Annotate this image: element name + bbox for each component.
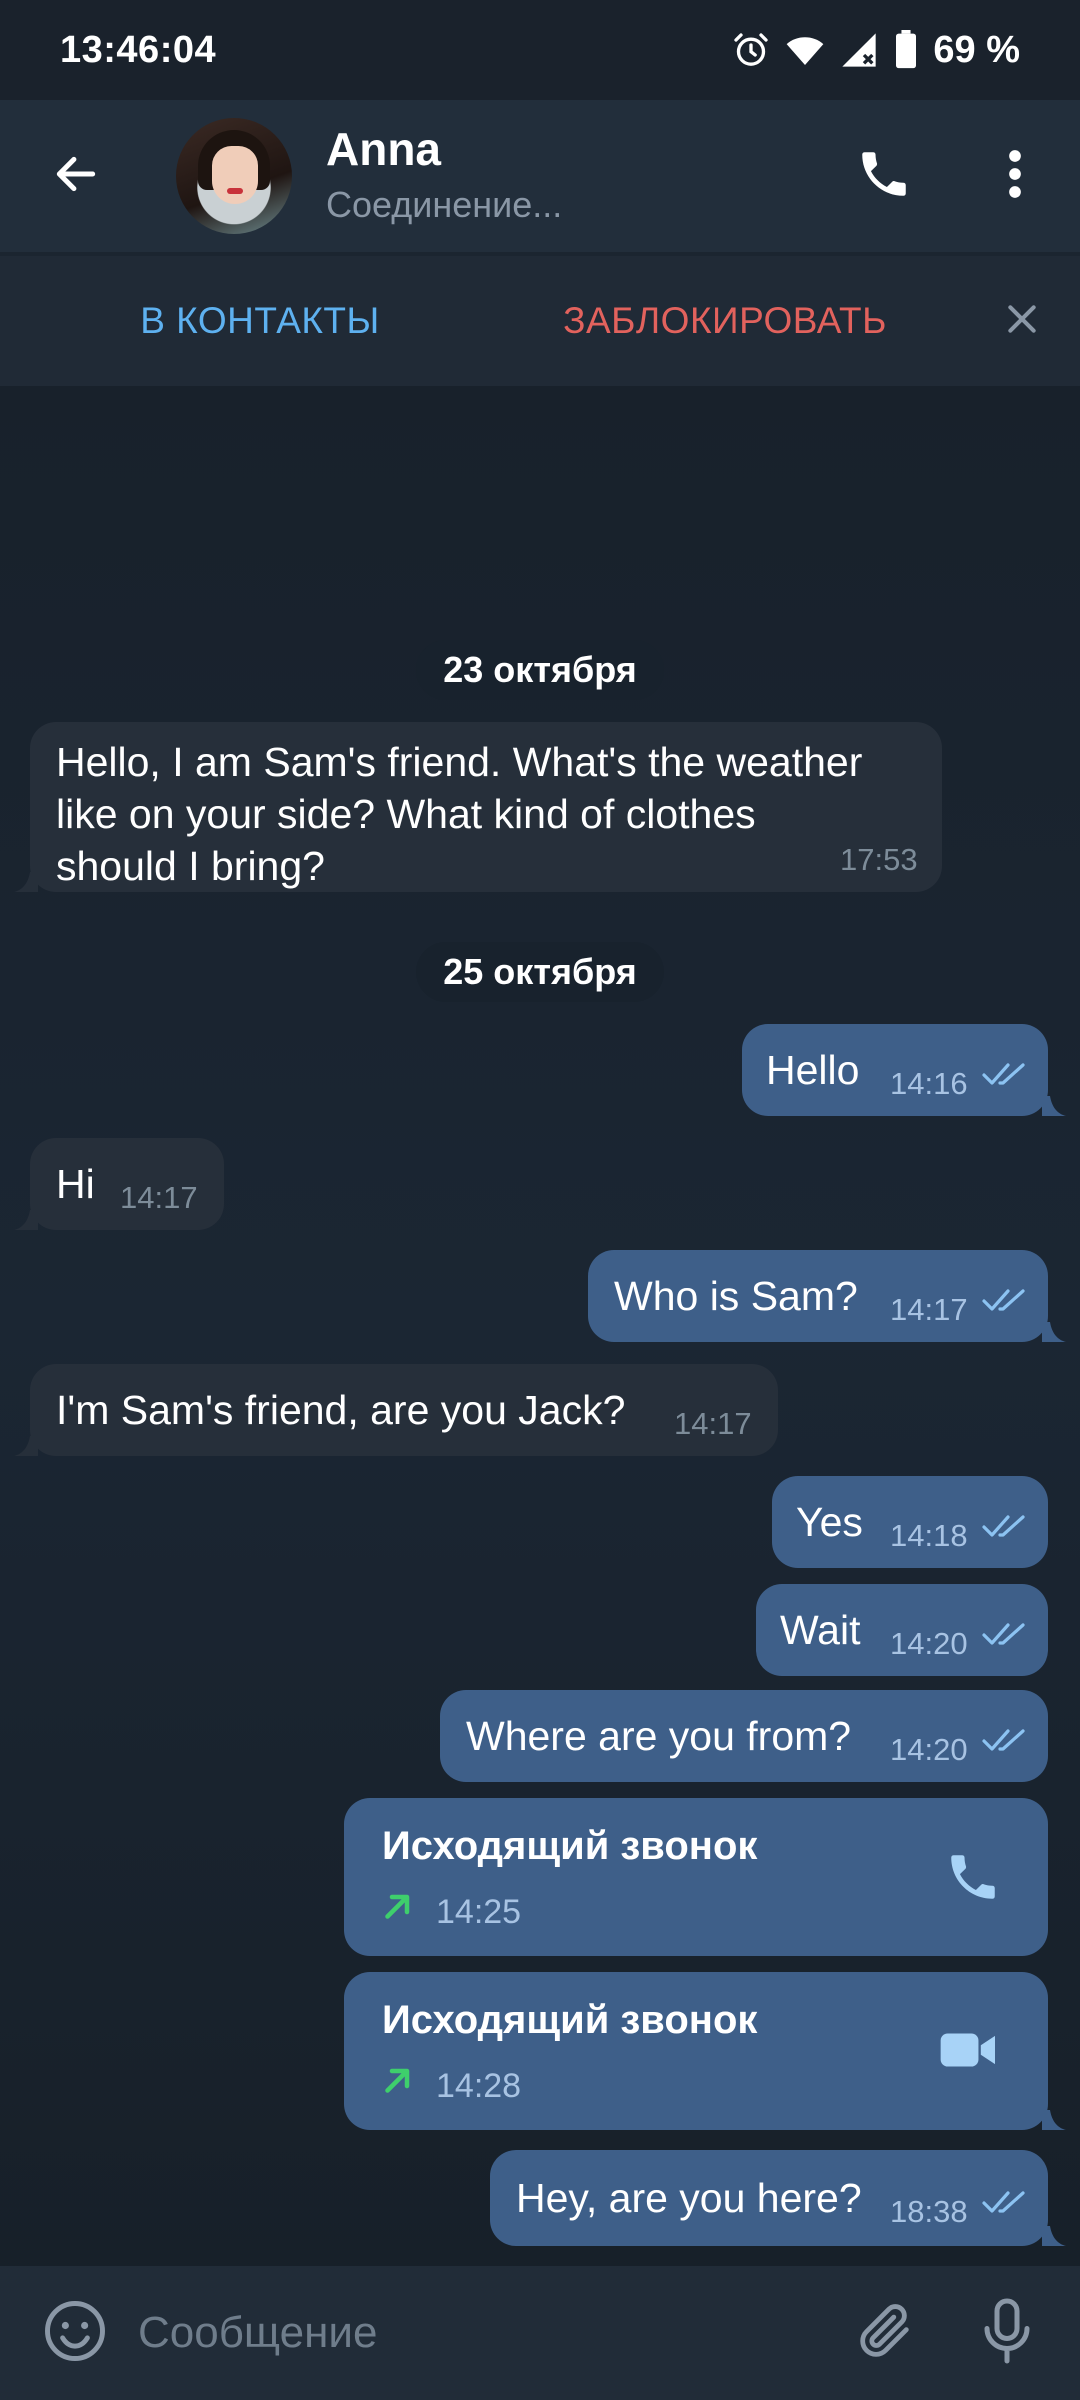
- message-time: 14:20: [890, 1732, 968, 1767]
- double-check-icon: [982, 1289, 1025, 1311]
- message-bubble-outgoing[interactable]: Yes 14:18: [772, 1476, 1048, 1568]
- double-check-icon: [982, 2191, 1025, 2213]
- date-separator: 25 октября: [416, 942, 664, 1002]
- attach-button[interactable]: [850, 2298, 920, 2368]
- add-to-contacts-button[interactable]: В КОНТАКТЫ: [80, 256, 440, 386]
- contact-action-bar: В КОНТАКТЫ ЗАБЛОКИРОВАТЬ: [0, 256, 1080, 386]
- message-text: Hello, I am Sam's friend. What's the wea…: [56, 739, 863, 785]
- status-icons: 69 %: [731, 29, 1020, 72]
- message-text: Hello: [766, 1047, 860, 1093]
- message-text: Hey, are you here?: [516, 2175, 862, 2221]
- bubble-tail: [14, 872, 38, 892]
- message-time: 17:53: [840, 842, 918, 877]
- message-bubble-outgoing[interactable]: Hello 14:16: [742, 1024, 1048, 1116]
- status-bar: 13:46:04 69 %: [0, 0, 1080, 100]
- microphone-icon: [977, 2296, 1037, 2371]
- date-separator: 23 октября: [416, 640, 664, 700]
- message-text: Wait: [780, 1607, 861, 1653]
- message-bubble-outgoing[interactable]: Who is Sam? 14:17: [588, 1250, 1048, 1342]
- smiley-icon: [42, 2298, 108, 2369]
- message-time: 14:17: [674, 1406, 752, 1441]
- chat-header: Anna Соединение...: [0, 100, 1080, 252]
- message-bubble-incoming[interactable]: Hello, I am Sam's friend. What's the wea…: [30, 722, 942, 892]
- bubble-tail: [1042, 2226, 1066, 2246]
- chat-status: Соединение...: [326, 184, 563, 225]
- phone-icon: [855, 145, 913, 208]
- phone-icon[interactable]: [944, 1848, 1002, 1918]
- back-arrow-icon: [51, 149, 101, 204]
- message-bubble-incoming[interactable]: I'm Sam's friend, are you Jack? 14:17: [30, 1364, 778, 1456]
- bubble-tail: [14, 1210, 38, 1230]
- message-text: Where are you from?: [466, 1713, 852, 1759]
- call-time: 14:25: [436, 1893, 522, 1931]
- message-bubble-incoming[interactable]: Hi 14:17: [30, 1138, 224, 1230]
- call-button[interactable]: [852, 144, 916, 208]
- voice-record-button[interactable]: [972, 2296, 1042, 2370]
- more-vertical-icon: [1005, 147, 1025, 206]
- block-button[interactable]: ЗАБЛОКИРОВАТЬ: [530, 256, 920, 386]
- message-time: 18:38: [890, 2194, 968, 2229]
- message-text: like on your side? What kind of clothes: [56, 791, 756, 837]
- emoji-button[interactable]: [40, 2298, 110, 2368]
- video-camera-icon[interactable]: [938, 2024, 1000, 2088]
- bubble-tail: [1042, 1322, 1066, 1342]
- message-text: should I bring?: [56, 843, 325, 889]
- battery-icon: [893, 30, 919, 70]
- call-message-video[interactable]: Исходящий звонок 14:28: [344, 1972, 1048, 2130]
- signal-icon: [839, 30, 879, 70]
- more-options-button[interactable]: [990, 144, 1040, 208]
- call-time: 14:28: [436, 2067, 522, 2105]
- bubble-tail: [1042, 2110, 1066, 2130]
- message-text: I'm Sam's friend, are you Jack?: [56, 1387, 626, 1433]
- bubble-tail: [14, 1436, 38, 1456]
- back-button[interactable]: [46, 146, 106, 206]
- alarm-icon: [731, 30, 771, 70]
- message-time: 14:17: [120, 1180, 198, 1215]
- outgoing-arrow-icon: [385, 2068, 410, 2093]
- message-time: 14:20: [890, 1626, 968, 1661]
- double-check-icon: [982, 1623, 1025, 1645]
- paperclip-icon: [853, 2299, 917, 2368]
- avatar[interactable]: [176, 118, 292, 234]
- call-title: Исходящий звонок: [382, 1824, 758, 1868]
- message-composer: [0, 2266, 1080, 2400]
- close-icon: [1002, 299, 1042, 344]
- close-action-bar-button[interactable]: [990, 289, 1054, 353]
- double-check-icon: [982, 1729, 1025, 1751]
- bubble-tail: [1042, 1096, 1066, 1116]
- message-bubble-outgoing[interactable]: Where are you from? 14:20: [440, 1690, 1048, 1782]
- double-check-icon: [982, 1515, 1025, 1537]
- message-bubble-outgoing[interactable]: Wait 14:20: [756, 1584, 1048, 1676]
- double-check-icon: [982, 1063, 1025, 1085]
- message-text: Who is Sam?: [614, 1273, 858, 1319]
- message-time: 14:18: [890, 1518, 968, 1553]
- message-text: Hi: [56, 1161, 95, 1207]
- call-message-voice[interactable]: Исходящий звонок 14:25: [344, 1798, 1048, 1956]
- message-input[interactable]: [138, 2296, 818, 2370]
- status-time: 13:46:04: [60, 28, 217, 71]
- message-bubble-outgoing[interactable]: Hey, are you here? 18:38: [490, 2150, 1048, 2246]
- message-text: Yes: [796, 1499, 863, 1545]
- outgoing-arrow-icon: [385, 1894, 410, 1919]
- message-time: 14:16: [890, 1066, 968, 1101]
- wifi-icon: [785, 30, 825, 70]
- call-title: Исходящий звонок: [382, 1998, 758, 2042]
- message-list[interactable]: 23 октября Hello, I am Sam's friend. Wha…: [0, 386, 1080, 2266]
- chat-title[interactable]: Anna: [326, 122, 441, 176]
- battery-percent: 69 %: [933, 28, 1020, 71]
- message-time: 14:17: [890, 1292, 968, 1327]
